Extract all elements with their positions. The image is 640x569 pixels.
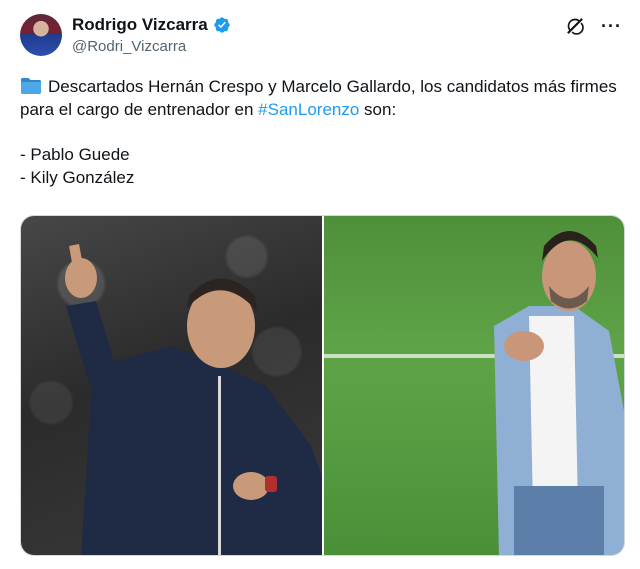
tweet-text: Descartados Hernán Crespo y Marcelo Gall… xyxy=(20,75,626,189)
media-grid[interactable] xyxy=(20,215,625,556)
tweet[interactable]: Rodrigo Vizcarra @Rodri_Vizcarra ··· Des… xyxy=(0,0,640,569)
tweet-paragraph: Descartados Hernán Crespo y Marcelo Gall… xyxy=(20,75,626,121)
coach-photo-right[interactable] xyxy=(323,216,624,555)
tweet-item-1: - Pablo Guede xyxy=(20,145,130,164)
verified-badge-icon xyxy=(213,16,231,34)
hashtag-link[interactable]: #SanLorenzo xyxy=(258,100,359,119)
tweet-item-2: - Kily González xyxy=(20,168,135,187)
tweet-header-actions: ··· xyxy=(565,16,622,36)
coach-photo-left[interactable] xyxy=(21,216,322,555)
author-display-name[interactable]: Rodrigo Vizcarra xyxy=(72,14,208,36)
author-name-row: Rodrigo Vizcarra xyxy=(72,14,231,36)
more-icon[interactable]: ··· xyxy=(601,17,622,35)
tweet-line1-end: son: xyxy=(359,100,397,119)
avatar[interactable] xyxy=(20,14,62,56)
grok-icon[interactable] xyxy=(565,16,585,36)
author-handle[interactable]: @Rodri_Vizcarra xyxy=(72,38,186,56)
folder-icon xyxy=(20,77,42,94)
